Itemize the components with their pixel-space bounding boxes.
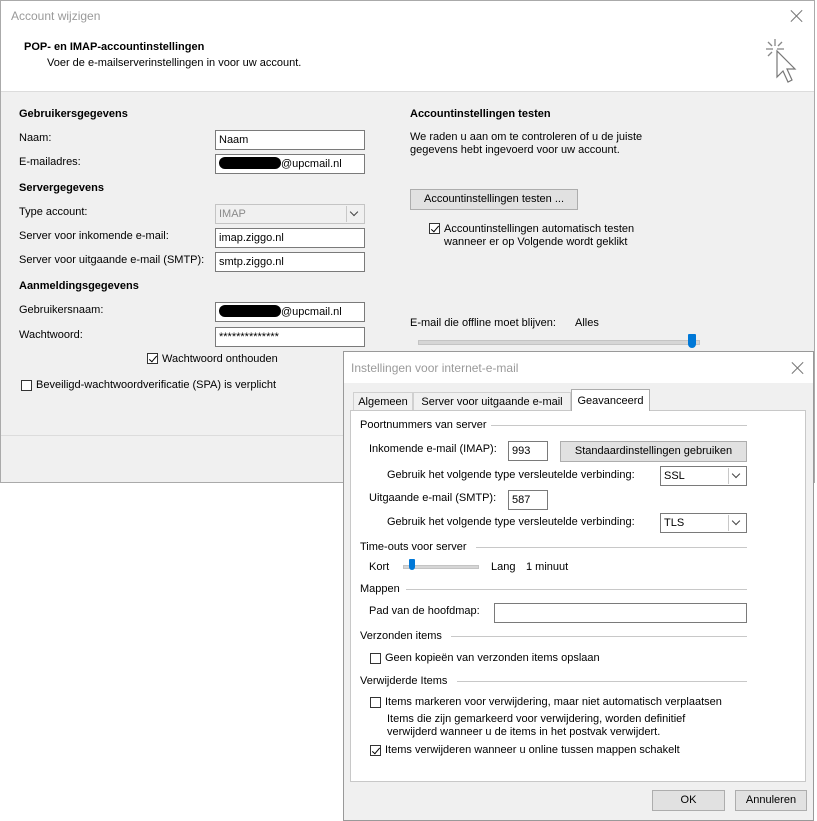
- name-label: Naam:: [19, 132, 52, 144]
- sub-window-title: Instellingen voor internet-e-mail: [351, 361, 519, 375]
- no-sent-copies-checkbox[interactable]: [370, 653, 381, 664]
- password-field[interactable]: **************: [215, 327, 365, 347]
- incoming-encryption-select[interactable]: SSL: [660, 466, 747, 486]
- timeout-value: 1 minuut: [526, 561, 569, 573]
- close-icon[interactable]: [791, 361, 805, 375]
- outgoing-encryption-select[interactable]: TLS: [660, 513, 747, 533]
- purge-on-switch-checkbox[interactable]: [370, 745, 381, 756]
- chevron-down-icon: [728, 515, 745, 531]
- tab-outgoing-server[interactable]: Server voor uitgaande e-mail: [413, 392, 571, 410]
- no-sent-copies-label: Geen kopieën van verzonden items opslaan: [385, 652, 600, 664]
- test-description-line-1: We raden u aan om te controleren of u de…: [410, 131, 643, 143]
- timeout-short-label: Kort: [369, 561, 390, 573]
- group-divider: [457, 681, 747, 682]
- deleted-group-label: Verwijderde Items: [360, 675, 448, 687]
- dialog-header: POP- en IMAP-accountinstellingen Voer de…: [1, 31, 814, 92]
- test-account-button[interactable]: Accountinstellingen testen ...: [410, 189, 578, 210]
- outgoing-server-label: Server voor uitgaande e-mail (SMTP):: [19, 254, 205, 266]
- purge-on-switch-label: Items verwijderen wanneer u online tusse…: [385, 744, 680, 756]
- mark-deleted-note-2: verwijderd wanneer u de items in het pos…: [387, 726, 661, 738]
- ports-group-label: Poortnummers van server: [360, 419, 487, 431]
- outgoing-server-field[interactable]: smtp.ziggo.nl: [215, 252, 365, 272]
- email-label: E-mailadres:: [19, 156, 81, 168]
- tab-advanced[interactable]: Geavanceerd: [571, 389, 650, 411]
- tab-general[interactable]: Algemeen: [353, 392, 413, 410]
- wizard-cursor-icon: [766, 39, 797, 83]
- remember-password-label: Wachtwoord onthouden: [162, 353, 278, 365]
- imap-port-label: Inkomende e-mail (IMAP):: [369, 443, 497, 455]
- incoming-encryption-label: Gebruik het volgende type versleutelde v…: [387, 469, 635, 481]
- username-label: Gebruikersnaam:: [19, 304, 104, 316]
- use-defaults-button[interactable]: Standaardinstellingen gebruiken: [560, 441, 747, 462]
- header-subtitle: Voer de e-mailserverinstellingen in voor…: [47, 57, 302, 69]
- outgoing-encryption-label: Gebruik het volgende type versleutelde v…: [387, 516, 635, 528]
- auto-test-label-1: Accountinstellingen automatisch testen: [444, 223, 635, 235]
- window-title: Account wijzigen: [11, 9, 101, 23]
- auto-test-checkbox[interactable]: [429, 223, 440, 234]
- sub-titlebar: Instellingen voor internet-e-mail: [344, 352, 813, 383]
- offline-slider-track: [418, 340, 700, 345]
- titlebar: Account wijzigen: [1, 1, 814, 31]
- cancel-button[interactable]: Annuleren: [735, 790, 807, 811]
- group-divider: [451, 636, 747, 637]
- offline-slider-thumb[interactable]: [688, 334, 696, 348]
- test-section-heading: Accountinstellingen testen: [410, 108, 551, 120]
- account-type-label: Type account:: [19, 206, 88, 218]
- root-path-label: Pad van de hoofdmap:: [369, 605, 480, 617]
- imap-port-field[interactable]: 993: [508, 441, 548, 461]
- group-divider: [406, 589, 747, 590]
- internet-email-settings-dialog: Instellingen voor internet-e-mail Algeme…: [343, 351, 814, 821]
- username-field[interactable]: @upcmail.nl: [215, 302, 365, 322]
- offline-value: Alles: [575, 317, 599, 329]
- advanced-tab-panel: Poortnummers van server Inkomende e-mail…: [350, 410, 806, 782]
- account-type-select: IMAP: [215, 204, 365, 224]
- chevron-down-icon: [728, 468, 745, 484]
- timeout-slider-thumb[interactable]: [409, 559, 415, 570]
- test-description-line-2: gegevens hebt ingevoerd voor uw account.: [410, 144, 620, 156]
- offline-label: E-mail die offline moet blijven:: [410, 317, 556, 329]
- close-icon[interactable]: [790, 9, 804, 23]
- timeout-long-label: Lang: [491, 561, 516, 573]
- redacted-block: [219, 305, 281, 317]
- server-section-heading: Servergegevens: [19, 182, 104, 194]
- ok-button[interactable]: OK: [652, 790, 725, 811]
- mark-deleted-checkbox[interactable]: [370, 697, 381, 708]
- folders-group-label: Mappen: [360, 583, 400, 595]
- redacted-block: [219, 157, 281, 169]
- mark-deleted-label: Items markeren voor verwijdering, maar n…: [385, 696, 722, 708]
- header-title: POP- en IMAP-accountinstellingen: [24, 41, 205, 53]
- incoming-server-field[interactable]: imap.ziggo.nl: [215, 228, 365, 248]
- incoming-server-label: Server voor inkomende e-mail:: [19, 230, 169, 242]
- chevron-down-icon: [346, 206, 363, 222]
- smtp-port-label: Uitgaande e-mail (SMTP):: [369, 492, 497, 504]
- password-label: Wachtwoord:: [19, 329, 83, 341]
- group-divider: [491, 425, 747, 426]
- email-field[interactable]: @upcmail.nl: [215, 154, 365, 174]
- spa-checkbox[interactable]: [21, 380, 32, 391]
- login-section-heading: Aanmeldingsgegevens: [19, 280, 139, 292]
- root-path-field[interactable]: [494, 603, 747, 623]
- spa-label: Beveiligd-wachtwoordverificatie (SPA) is…: [36, 379, 277, 391]
- remember-password-checkbox[interactable]: [147, 353, 158, 364]
- sent-group-label: Verzonden items: [360, 630, 442, 642]
- group-divider: [476, 547, 747, 548]
- auto-test-label-2: wanneer er op Volgende wordt geklikt: [444, 236, 628, 248]
- timeouts-group-label: Time-outs voor server: [360, 541, 467, 553]
- name-field[interactable]: Naam: [215, 130, 365, 150]
- user-section-heading: Gebruikersgegevens: [19, 108, 128, 120]
- mark-deleted-note-1: Items die zijn gemarkeerd voor verwijder…: [387, 713, 686, 725]
- smtp-port-field[interactable]: 587: [508, 490, 548, 510]
